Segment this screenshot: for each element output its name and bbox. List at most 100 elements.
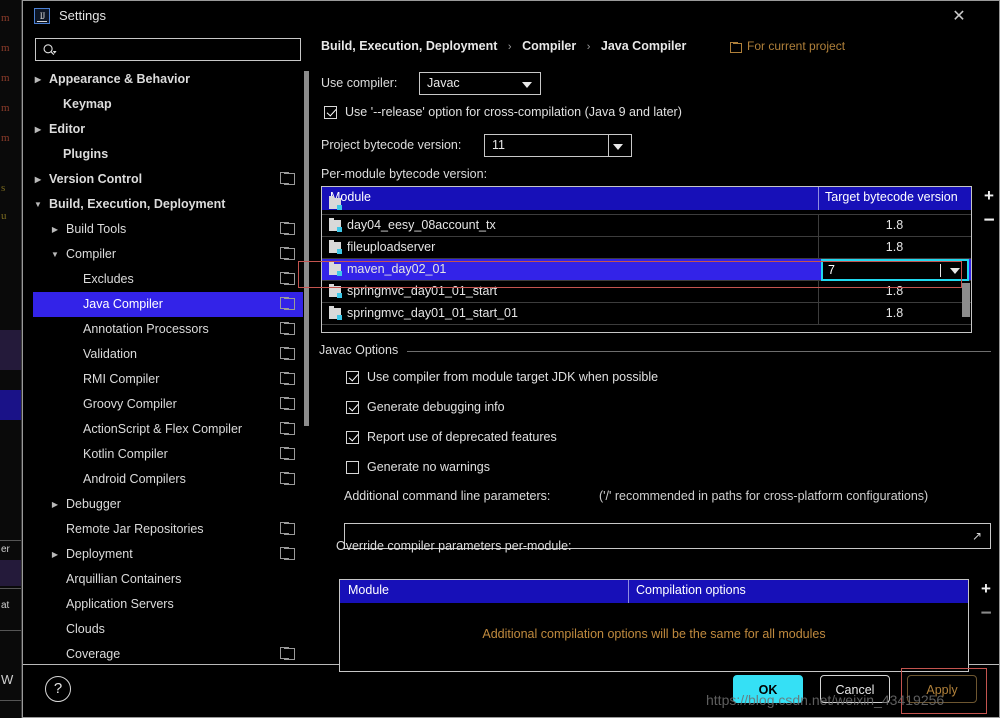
sidebar-item-label: Validation xyxy=(83,347,137,361)
chevron-right-icon[interactable]: ▶ xyxy=(48,217,62,242)
remove-module-button[interactable]: − xyxy=(980,211,998,231)
target-bytecode-version-cell[interactable]: 1.8 xyxy=(818,284,971,298)
content-pane: Build, Execution, Deployment › Compiler … xyxy=(311,31,999,672)
sidebar-item-groovy-compiler[interactable]: Groovy Compiler xyxy=(33,392,303,417)
sidebar-item-label: Compiler xyxy=(66,247,117,261)
chevron-right-icon[interactable]: ▶ xyxy=(33,117,45,142)
sidebar-item-label: Android Compilers xyxy=(83,472,186,486)
column-header-module[interactable]: Module xyxy=(348,583,389,597)
sidebar-item-debugger[interactable]: ▶ Debugger xyxy=(33,492,303,517)
module-name-cell[interactable]: fileuploadserver xyxy=(347,240,435,254)
sidebar-item-deployment[interactable]: ▶ Deployment xyxy=(33,542,303,567)
table-row[interactable]: springmvc_day01_01_start 1.8 xyxy=(322,281,971,303)
use-release-option-label: Use '--release' option for cross-compila… xyxy=(345,105,682,119)
breadcrumb-part-2[interactable]: Compiler xyxy=(522,39,576,53)
target-bytecode-version-cell[interactable]: 1.8 xyxy=(818,240,971,254)
sidebar-item-java-compiler[interactable]: Java Compiler xyxy=(33,292,303,317)
breadcrumb-part-3[interactable]: Java Compiler xyxy=(601,39,686,53)
module-name-cell[interactable]: springmvc_day01_01_start_01 xyxy=(347,306,518,320)
module-icon xyxy=(329,218,342,232)
dialog-title: Settings xyxy=(59,8,106,23)
copy-scope-icon xyxy=(280,397,295,410)
copy-scope-icon xyxy=(280,522,295,535)
sidebar-item-label: Application Servers xyxy=(66,597,174,611)
expand-icon[interactable]: ↗ xyxy=(972,530,984,542)
sidebar-item-excludes[interactable]: Excludes xyxy=(33,267,303,292)
module-name-cell[interactable]: maven_day02_01 xyxy=(347,262,446,276)
backdrop-divider xyxy=(0,588,21,589)
sidebar-item-actionscript-flex-compiler[interactable]: ActionScript & Flex Compiler xyxy=(33,417,303,442)
chevron-down-icon[interactable]: ▼ xyxy=(33,192,45,217)
help-button[interactable]: ? xyxy=(45,676,71,702)
target-bytecode-version-cell[interactable]: 1.8 xyxy=(818,306,971,320)
sidebar-item-build-execution-deployment[interactable]: ▼ Build, Execution, Deployment xyxy=(33,192,303,217)
remove-override-button[interactable]: − xyxy=(977,604,995,624)
sidebar-item-build-tools[interactable]: ▶ Build Tools xyxy=(33,217,303,242)
module-name-cell[interactable]: springmvc_day01_01_start xyxy=(347,284,497,298)
table-row[interactable]: springmvc_day01_01_start_01 1.8 xyxy=(322,303,971,325)
module-table-body: day04_eesy_08account_tx 1.8 fileuploadserv… xyxy=(322,196,971,332)
backdrop-glyph: m xyxy=(1,72,10,84)
table-row[interactable]: fileuploadserver 1.8 xyxy=(322,237,971,259)
chevron-down-icon[interactable]: ▼ xyxy=(48,242,62,267)
module-table-scrollbar[interactable] xyxy=(962,283,970,317)
sidebar-item-kotlin-compiler[interactable]: Kotlin Compiler xyxy=(33,442,303,467)
sidebar-item-coverage[interactable]: Coverage xyxy=(33,642,303,662)
chevron-right-icon[interactable]: ▶ xyxy=(48,542,62,567)
module-name-cell[interactable]: day04_eesy_08account_tx xyxy=(347,218,496,232)
module-bytecode-table[interactable]: Module Target bytecode version day04_ees… xyxy=(321,186,972,333)
use-compiler-select[interactable]: Javac xyxy=(419,72,541,95)
sidebar-item-keymap[interactable]: Keymap xyxy=(33,92,303,117)
table-row[interactable]: maven_day02_01 7 xyxy=(322,259,971,281)
breadcrumb-part-1[interactable]: Build, Execution, Deployment xyxy=(321,39,497,53)
sidebar-item-plugins[interactable]: Plugins xyxy=(33,142,303,167)
backdrop-glyph: m xyxy=(1,42,10,54)
sidebar-item-editor[interactable]: ▶ Editor xyxy=(33,117,303,142)
project-bytecode-label: Project bytecode version: xyxy=(321,138,462,152)
search-box[interactable] xyxy=(35,38,301,61)
sidebar-item-label: Editor xyxy=(49,122,86,136)
search-input[interactable] xyxy=(62,39,298,60)
chevron-right-icon[interactable]: ▶ xyxy=(48,492,62,517)
backdrop-glyph: m xyxy=(1,102,10,114)
copy-scope-icon xyxy=(280,297,295,310)
column-header-compilation-options[interactable]: Compilation options xyxy=(636,583,746,597)
sidebar-item-remote-jar-repositories[interactable]: Remote Jar Repositories xyxy=(33,517,303,542)
table-row[interactable] xyxy=(322,193,971,215)
copy-scope-icon xyxy=(280,322,295,335)
chevron-right-icon[interactable]: ▶ xyxy=(33,67,45,92)
sidebar-item-android-compilers[interactable]: Android Compilers xyxy=(33,467,303,492)
watermark: https://blog.csdn.net/weixin_43419256 xyxy=(706,692,945,708)
backdrop-divider xyxy=(0,630,21,631)
module-icon xyxy=(329,196,342,210)
tree-scrollbar[interactable] xyxy=(304,71,309,426)
sidebar-item-annotation-processors[interactable]: Annotation Processors xyxy=(33,317,303,342)
target-bytecode-version-editor[interactable]: 7 xyxy=(821,259,969,281)
chevron-down-icon[interactable] xyxy=(950,268,960,274)
sidebar-item-application-servers[interactable]: Application Servers xyxy=(33,592,303,617)
close-icon[interactable]: ✕ xyxy=(944,5,974,29)
backdrop-block xyxy=(0,330,21,370)
sidebar-item-version-control[interactable]: ▶ Version Control xyxy=(33,167,303,192)
backdrop-divider xyxy=(0,700,21,701)
chevron-right-icon[interactable]: ▶ xyxy=(33,167,45,192)
sidebar-item-label: Build, Execution, Deployment xyxy=(49,197,226,211)
target-bytecode-version-cell[interactable]: 1.8 xyxy=(818,218,971,232)
sidebar-item-label: Build Tools xyxy=(66,222,127,236)
sidebar-item-validation[interactable]: Validation xyxy=(33,342,303,367)
project-bytecode-select[interactable]: 11 xyxy=(484,134,632,157)
sidebar-item-arquillian-containers[interactable]: Arquillian Containers xyxy=(33,567,303,592)
sidebar-item-clouds[interactable]: Clouds xyxy=(33,617,303,642)
settings-tree[interactable]: ▶ Appearance & Behavior Keymap ▶ Editor Plugi… xyxy=(33,67,303,662)
column-separator[interactable] xyxy=(628,580,629,603)
intellij-idea-icon: IJ xyxy=(34,8,50,24)
sidebar-item-label: Groovy Compiler xyxy=(83,397,177,411)
add-module-button[interactable]: + xyxy=(980,187,998,206)
sidebar-item-label: Appearance & Behavior xyxy=(49,72,191,86)
override-params-table[interactable]: Module Compilation options Additional co… xyxy=(339,579,969,672)
table-row[interactable]: day04_eesy_08account_tx 1.8 xyxy=(322,215,971,237)
sidebar-item-appearance-behavior[interactable]: ▶ Appearance & Behavior xyxy=(33,67,303,92)
add-override-button[interactable]: + xyxy=(977,580,995,599)
sidebar-item-rmi-compiler[interactable]: RMI Compiler xyxy=(33,367,303,392)
sidebar-item-compiler[interactable]: ▼ Compiler xyxy=(33,242,303,267)
